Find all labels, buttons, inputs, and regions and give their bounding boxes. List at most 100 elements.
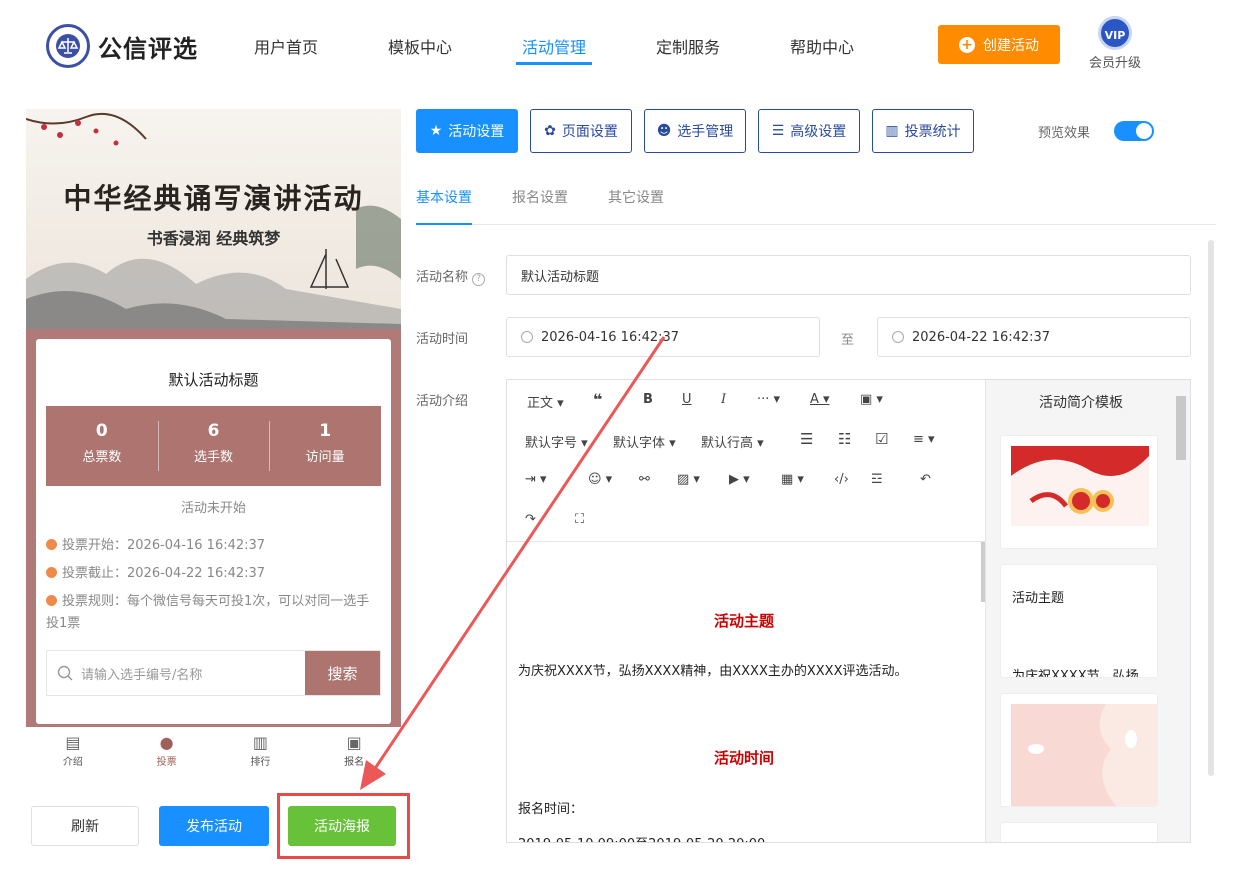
- stat-value: 6: [207, 421, 220, 441]
- preview-label: 预览效果: [1038, 126, 1091, 141]
- create-activity-label: 创建活动: [983, 37, 1039, 54]
- highlight-box: [277, 793, 410, 859]
- vote-stats-button[interactable]: ▥ 投票统计: [872, 109, 974, 153]
- subtab-other[interactable]: 其它设置: [608, 187, 664, 207]
- contestant-search: 请输入选手编号/名称 搜索: [46, 650, 381, 696]
- nav-activity-manage[interactable]: 活动管理: [522, 34, 586, 58]
- undo-icon[interactable]: ↶: [920, 472, 931, 487]
- vip-upgrade[interactable]: VIP 会员升级: [1085, 16, 1145, 71]
- nav-active-indicator: [516, 62, 592, 65]
- tab-vote[interactable]: ● 投票: [120, 727, 214, 777]
- search-icon: [57, 665, 73, 681]
- brand-logo[interactable]: 公信评选: [46, 24, 198, 68]
- template-card-4[interactable]: [1000, 822, 1158, 842]
- font-family-select[interactable]: 默认字体 ▾: [613, 432, 676, 451]
- clock-icon: [46, 539, 57, 550]
- line-height-select[interactable]: 默认行高 ▾: [701, 432, 764, 451]
- indent-icon[interactable]: ⇥ ▾: [525, 472, 547, 487]
- template-card-2[interactable]: 活动主题 为庆祝XXXX节，弘扬: [1000, 564, 1158, 678]
- activity-name-input[interactable]: 默认活动标题: [506, 255, 1191, 295]
- stat-value: 0: [95, 421, 108, 441]
- video-icon[interactable]: ▶ ▾: [729, 472, 750, 487]
- font-color-icon[interactable]: A ▾: [810, 392, 830, 407]
- stat-contestants: 6 选手数: [157, 406, 270, 486]
- star-icon: ★: [429, 123, 443, 139]
- document-icon: ▤: [65, 733, 81, 752]
- stat-label: 总票数: [82, 450, 122, 465]
- search-button[interactable]: 搜索: [305, 651, 380, 695]
- toolbar-label: 选手管理: [677, 124, 734, 140]
- start-time-value: 2026-04-16 16:42:37: [541, 329, 680, 345]
- font-size-select[interactable]: 默认字号 ▾: [525, 432, 588, 451]
- align-icon[interactable]: ≡ ▾: [913, 432, 935, 447]
- font-family-value: 默认字体: [613, 436, 666, 451]
- tab-label: 报名: [344, 757, 365, 768]
- numbered-list-icon[interactable]: ☷: [838, 430, 851, 448]
- activity-settings-button[interactable]: ★ 活动设置: [416, 109, 518, 153]
- template-panel-scrollbar[interactable]: [1176, 396, 1186, 460]
- link-icon[interactable]: ⚯: [639, 472, 650, 487]
- subtab-active-indicator: [416, 223, 472, 225]
- nav-custom-service[interactable]: 定制服务: [656, 34, 720, 58]
- end-time-input[interactable]: 2026-04-22 16:42:37: [877, 317, 1191, 357]
- start-time-input[interactable]: 2026-04-16 16:42:37: [506, 317, 820, 357]
- bold-icon[interactable]: B: [643, 392, 653, 407]
- template-card-1[interactable]: [1000, 435, 1158, 549]
- help-icon[interactable]: ?: [472, 273, 486, 286]
- underline-icon[interactable]: U: [682, 392, 692, 407]
- preview-toggle[interactable]: [1114, 121, 1154, 141]
- contestant-manage-button[interactable]: ☻ 选手管理: [644, 109, 746, 153]
- stat-visits: 1 访问量: [269, 406, 381, 486]
- advanced-settings-button[interactable]: ☰ 高级设置: [758, 109, 860, 153]
- time-separator: 至: [841, 333, 855, 348]
- table-icon[interactable]: ▦ ▾: [781, 472, 804, 487]
- paragraph-style-value: 正文: [527, 396, 554, 411]
- refresh-button[interactable]: 刷新: [31, 806, 139, 846]
- contestant-search-input[interactable]: 请输入选手编号/名称: [47, 651, 305, 695]
- clock-icon: [521, 331, 533, 343]
- create-activity-button[interactable]: + 创建活动: [938, 25, 1060, 64]
- nav-home[interactable]: 用户首页: [254, 34, 318, 58]
- template-card-3[interactable]: [1000, 693, 1158, 807]
- editor-content[interactable]: 活动主题 为庆祝XXXX节，弘扬XXXX精神，由XXXX主办的XXXX评选活动。…: [507, 542, 985, 842]
- nav-templates[interactable]: 模板中心: [388, 34, 452, 58]
- line-height-value: 默认行高: [701, 436, 754, 451]
- code-icon[interactable]: ‹/›: [834, 472, 849, 487]
- subtab-signup[interactable]: 报名设置: [512, 187, 568, 207]
- image-icon[interactable]: ▨ ▾: [677, 472, 700, 487]
- page-settings-button[interactable]: ✿ 页面设置: [530, 109, 632, 153]
- redo-icon[interactable]: ↷: [525, 512, 536, 527]
- checkbox-list-icon[interactable]: ☑: [875, 430, 888, 448]
- activity-info-card: 默认活动标题 0 总票数 6 选手数 1 访问量 活动未开始 投票开始：2026…: [36, 339, 391, 724]
- activity-title: 默认活动标题: [168, 371, 259, 389]
- publish-activity-button[interactable]: 发布活动: [159, 806, 269, 846]
- stat-value: 1: [319, 421, 332, 441]
- content-signup-time: 报名时间：: [518, 802, 584, 817]
- vote-rule-info: 投票规则：每个微信号每天可投1次，可以对同一选手投1票: [46, 591, 376, 635]
- content-heading-time: 活动时间: [713, 749, 774, 767]
- content-paragraph: 为庆祝XXXX节，弘扬XXXX精神，由XXXX主办的XXXX评选活动。: [518, 664, 908, 679]
- name-label: 活动名称 ?: [416, 266, 486, 286]
- subtab-basic[interactable]: 基本设置: [416, 187, 472, 207]
- quote-icon[interactable]: ❝: [593, 390, 602, 409]
- bg-color-icon[interactable]: ▣ ▾: [860, 392, 883, 407]
- tab-ranking[interactable]: ▥ 排行: [214, 727, 308, 777]
- end-time-value: 2026-04-22 16:42:37: [912, 329, 1051, 345]
- page-scrollbar[interactable]: [1208, 240, 1214, 776]
- emoji-icon[interactable]: ☺ ▾: [588, 472, 612, 487]
- template-panel: 活动简介模板 活动主题 为庆祝XXXX节，弘扬: [985, 380, 1190, 842]
- template-2-text: 为庆祝XXXX节，弘扬: [1012, 669, 1139, 678]
- nav-help[interactable]: 帮助中心: [790, 34, 854, 58]
- fullscreen-icon[interactable]: ⛶: [575, 512, 584, 527]
- paragraph-style-select[interactable]: 正文 ▾: [527, 392, 564, 411]
- italic-icon[interactable]: I: [721, 392, 726, 407]
- divider-icon[interactable]: ☲: [871, 472, 883, 487]
- more-icon[interactable]: ··· ▾: [757, 392, 780, 407]
- search-placeholder: 请输入选手编号/名称: [81, 667, 203, 683]
- stat-label: 选手数: [194, 450, 234, 465]
- tab-intro[interactable]: ▤ 介绍: [26, 727, 120, 777]
- template-2-title: 活动主题: [1012, 591, 1065, 606]
- tab-signup[interactable]: ▣ 报名: [307, 727, 401, 777]
- bullet-list-icon[interactable]: ☰: [800, 430, 813, 448]
- vote-end-info: 投票截止：2026-04-22 16:42:37: [46, 563, 265, 585]
